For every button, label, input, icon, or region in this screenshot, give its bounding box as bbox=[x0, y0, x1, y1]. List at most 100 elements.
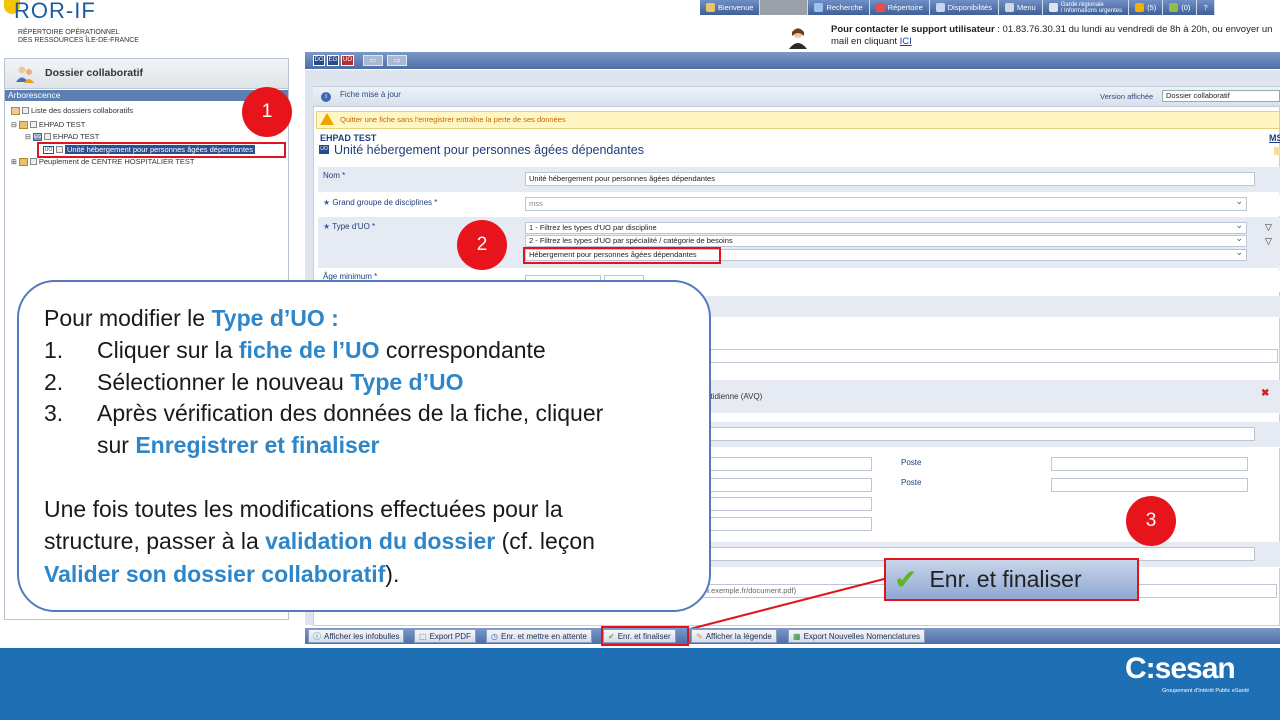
poste-label: Poste bbox=[901, 478, 922, 487]
callout-intro: Pour modifier le Type d’UO : bbox=[44, 305, 339, 331]
tree-item-ehpad-eg[interactable]: ⊟ EG EHPAD TEST bbox=[25, 132, 99, 141]
poste-label: Poste bbox=[901, 458, 922, 467]
contact-input[interactable] bbox=[700, 427, 1255, 441]
nav-menu[interactable]: Menu bbox=[998, 0, 1043, 15]
legend-icon: ✎ bbox=[696, 631, 703, 641]
version-label: Version affichée bbox=[1100, 92, 1154, 101]
step-1: Cliquer sur la fiche de l’UO corresponda… bbox=[97, 337, 546, 363]
toolbar-do[interactable]: DO bbox=[313, 55, 325, 66]
expand-icon: ⊞ bbox=[11, 158, 17, 166]
info-icon: ⓘ bbox=[313, 631, 321, 641]
nav-repertoire[interactable]: Répertoire bbox=[869, 0, 930, 15]
nav-alerts[interactable]: (5) bbox=[1129, 0, 1164, 15]
poste-input[interactable] bbox=[1051, 457, 1248, 471]
checkbox-icon bbox=[29, 121, 37, 128]
nav-help[interactable]: ? bbox=[1197, 0, 1215, 15]
marker-1: 1 bbox=[242, 87, 292, 137]
sesan-logo: C:sesan bbox=[1125, 652, 1236, 685]
check-icon: ✔ bbox=[894, 563, 918, 595]
users-icon bbox=[16, 66, 34, 83]
ggd-label: ★ Grand groupe de disciplines * bbox=[323, 198, 438, 207]
nav-messages[interactable]: (0) bbox=[1163, 0, 1198, 15]
logo-subtitle: RÉPERTOIRE OPÉRATIONNEL bbox=[18, 29, 120, 36]
back-arrow-icon[interactable]: ⇦ bbox=[363, 55, 383, 66]
checkbox-icon bbox=[43, 133, 51, 140]
checkbox-icon bbox=[29, 158, 37, 165]
save-pending-button[interactable]: ◷ Enr. et mettre en attente bbox=[486, 629, 592, 643]
warning-text: Quitter une fiche sans l'enregistrer ent… bbox=[340, 115, 566, 124]
nav-bienvenue[interactable]: Bienvenue bbox=[700, 0, 761, 15]
warning-icon bbox=[1135, 3, 1145, 12]
export-nomenclatures-button[interactable]: ▦ Export Nouvelles Nomenclatures bbox=[788, 629, 926, 643]
callout-paragraph: Une fois toutes les modifications effect… bbox=[44, 496, 563, 522]
step-3: Après vérification des données de la fic… bbox=[97, 400, 604, 426]
tree-panel-title: Dossier collaboratif bbox=[45, 67, 144, 79]
ggd-select[interactable]: mss bbox=[525, 197, 1247, 211]
star-icon: ★ bbox=[323, 222, 331, 231]
user-icon bbox=[706, 3, 715, 12]
toolbar-uo[interactable]: UO bbox=[341, 55, 354, 66]
eg-badge: EG bbox=[32, 132, 42, 141]
content-toolbar: DO EG UO ⇦ ⇨ bbox=[305, 52, 1280, 69]
annotation-box-enr-finaliser bbox=[601, 626, 689, 646]
info-icon: i bbox=[321, 92, 331, 102]
support-info: Pour contacter le support utilisateur : … bbox=[831, 24, 1273, 47]
toolbar-eg[interactable]: EG bbox=[327, 55, 339, 66]
contact-field[interactable] bbox=[700, 478, 872, 492]
tree-item-peuplement[interactable]: ⊞ Peuplement de CENTRE HOSPITALIER TEST bbox=[11, 157, 195, 166]
logo-subtitle: DES RESSOURCES ÎLE-DE-FRANCE bbox=[18, 37, 139, 44]
nom-input[interactable]: Unité hébergement pour personnes âgées d… bbox=[525, 172, 1255, 186]
filter-icon[interactable]: ▽ bbox=[1265, 236, 1272, 247]
poste-input[interactable] bbox=[1051, 478, 1248, 492]
expand-icon: ⊟ bbox=[25, 133, 31, 141]
step-number: 2. bbox=[44, 369, 64, 395]
show-tooltips-button[interactable]: ⓘ Afficher les infobulles bbox=[308, 629, 405, 643]
warning-icon bbox=[320, 113, 334, 125]
version-select[interactable]: Dossier collaboratif bbox=[1162, 90, 1280, 102]
contact-field[interactable] bbox=[700, 457, 872, 471]
folder-icon bbox=[18, 120, 28, 129]
tree-panel-header: Dossier collaboratif bbox=[5, 59, 288, 89]
structure-name: EHPAD TEST bbox=[320, 133, 377, 143]
nav-garde[interactable]: Garde régionale / Informations urgentes bbox=[1042, 0, 1130, 15]
contact-field[interactable] bbox=[700, 497, 872, 511]
export-pdf-button[interactable]: ⬚ Export PDF bbox=[414, 629, 476, 643]
sesan-tagline: Groupement d'Intérêt Public eSanté bbox=[1162, 688, 1250, 694]
excel-icon: ▦ bbox=[793, 631, 801, 641]
support-link[interactable]: ICI bbox=[900, 36, 912, 47]
text-input[interactable] bbox=[700, 349, 1278, 363]
step-3-continued: sur Enregistrer et finaliser bbox=[97, 432, 380, 458]
nav-recherche[interactable]: Recherche bbox=[808, 0, 870, 15]
search-icon bbox=[814, 3, 824, 12]
annotation-box-type-uo bbox=[523, 247, 721, 264]
footer-band bbox=[0, 648, 1280, 720]
checkbox-icon bbox=[22, 107, 29, 114]
forward-arrow-icon[interactable]: ⇨ bbox=[387, 55, 407, 66]
users-icon bbox=[11, 106, 20, 115]
marker-2: 2 bbox=[457, 220, 507, 270]
contact-field[interactable] bbox=[700, 517, 872, 531]
type-uo-filter-specialite[interactable]: 2 - Filtrez les types d'UO par spécialit… bbox=[525, 235, 1247, 247]
info-text: Fiche mise à jour bbox=[340, 90, 401, 99]
type-uo-filter-discipline[interactable]: 1 - Filtrez les types d'UO par disciplin… bbox=[525, 222, 1247, 234]
enr-finaliser-zoom: ✔ Enr. et finaliser bbox=[884, 558, 1139, 601]
delete-icon[interactable]: ✖ bbox=[1261, 388, 1269, 399]
uo-badge: UO bbox=[319, 145, 329, 154]
grid-icon bbox=[935, 3, 945, 12]
tree-item-ehpad[interactable]: ⊟ EHPAD TEST bbox=[11, 120, 85, 129]
show-legend-button[interactable]: ✎ Afficher la légende bbox=[691, 629, 777, 643]
nav-disponibilites[interactable]: Disponibilités bbox=[929, 0, 999, 15]
type-uo-label: ★ Type d'UO * bbox=[323, 222, 376, 231]
filter-icon[interactable]: ▽ bbox=[1265, 222, 1272, 233]
folder-icon bbox=[18, 157, 28, 166]
step-number: 3. bbox=[44, 400, 64, 426]
mail-icon bbox=[1169, 3, 1179, 12]
callout-paragraph: structure, passer à la validation du dos… bbox=[44, 528, 595, 554]
ms-link[interactable]: MS bbox=[1269, 133, 1280, 143]
clock-icon: ◷ bbox=[491, 631, 498, 641]
support-avatar-icon bbox=[789, 28, 807, 49]
app-header: ROR-IF RÉPERTOIRE OPÉRATIONNEL DES RESSO… bbox=[0, 0, 1280, 52]
tree-item-list[interactable]: Liste des dossiers collaboratifs bbox=[11, 106, 133, 115]
expand-icon: ⊟ bbox=[11, 121, 17, 129]
logo: ROR-IF bbox=[14, 0, 96, 23]
